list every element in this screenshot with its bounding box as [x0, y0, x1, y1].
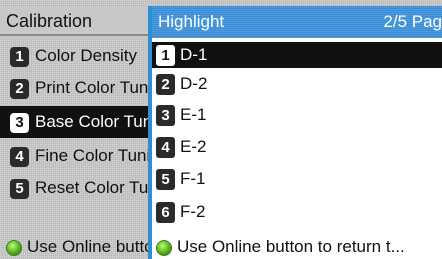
highlight-item-e1[interactable]: 3 E-1: [152, 102, 442, 128]
calibration-item-color-density[interactable]: 1 Color Density: [0, 40, 150, 72]
highlight-item-f2[interactable]: 6 F-2: [152, 199, 442, 225]
highlight-item-f1[interactable]: 5 F-1: [152, 166, 442, 192]
popup-footer-hint: Use Online button to return t...: [152, 234, 442, 259]
calibration-footer-hint: Use Online button to return: [0, 234, 150, 259]
item-number-badge: 4: [156, 137, 175, 159]
footer-text: Use Online button to return t...: [177, 237, 405, 256]
highlight-item-d1[interactable]: 1 D-1: [152, 42, 442, 68]
item-label: D-1: [180, 45, 208, 64]
item-number-badge: 5: [10, 178, 29, 199]
calibration-item-base-color-tuning[interactable]: 3 Base Color Tuning: [0, 106, 150, 138]
item-number-badge: 1: [156, 45, 175, 67]
item-number-badge: 3: [156, 105, 175, 127]
item-number-badge: 4: [10, 146, 29, 167]
item-label: Fine Color Tuning: [35, 146, 150, 165]
item-number-badge: 3: [10, 112, 29, 133]
item-number-badge: 1: [10, 46, 29, 67]
item-label: E-1: [180, 105, 207, 124]
item-label: Print Color Tuning: [35, 78, 150, 97]
online-button-icon: [156, 239, 172, 256]
item-number-badge: 2: [156, 74, 175, 96]
item-label: E-2: [180, 137, 207, 156]
item-label: F-2: [180, 202, 206, 221]
calibration-item-reset-color-tuning[interactable]: 5 Reset Color Tuning: [0, 172, 150, 204]
item-label: Reset Color Tuning: [35, 178, 150, 197]
item-number-badge: 5: [156, 169, 175, 191]
item-number-badge: 6: [156, 202, 175, 224]
page-indicator: 2/5 Pag: [383, 12, 442, 31]
item-label: D-2: [180, 74, 208, 93]
item-label: Color Density: [35, 46, 138, 65]
item-label: Base Color Tuning: [35, 112, 150, 131]
popup-header: Highlight 2/5 Pag: [152, 6, 442, 38]
calibration-item-fine-color-tuning[interactable]: 4 Fine Color Tuning: [0, 140, 150, 172]
footer-text: Use Online button to return: [27, 237, 150, 256]
online-button-icon: [6, 239, 22, 256]
highlight-popup: Highlight 2/5 Pag 1 D-1 2 D-2 3 E-1 4 E-2 5F…: [148, 6, 442, 259]
highlight-item-e2[interactable]: 4 E-2: [152, 134, 442, 160]
calibration-item-print-color-tuning[interactable]: 2 Print Color Tuning: [0, 72, 150, 104]
item-number-badge: 2: [10, 78, 29, 99]
highlight-item-d2[interactable]: 2 D-2: [152, 71, 442, 97]
calibration-title: Calibration: [0, 6, 150, 36]
item-label: F-1: [180, 169, 206, 188]
popup-title: Highlight: [158, 12, 225, 31]
